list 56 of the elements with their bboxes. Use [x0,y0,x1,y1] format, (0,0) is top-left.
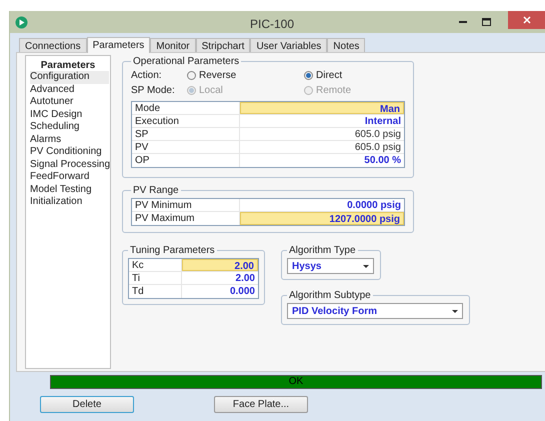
tab[interactable]: Monitor [150,38,196,52]
sidebar-item[interactable]: Model Testing [30,184,109,196]
close-icon [522,16,530,24]
tab[interactable]: Connections [19,38,87,52]
group-title: Operational Parameters [132,55,240,69]
group-title: Tuning Parameters [129,244,216,258]
table-cell[interactable]: 2.00 [182,272,258,284]
table-cell[interactable]: 2.00 [182,259,258,271]
close-button[interactable] [508,11,545,29]
radio-option[interactable]: Direct [304,68,342,82]
radio-option[interactable]: Reverse [187,68,304,82]
tab[interactable]: Notes [327,38,366,52]
sidebar-item[interactable]: Signal Processing [30,158,109,171]
sidebar-item[interactable]: IMC Design [30,108,109,121]
sidebar-item[interactable]: Autotuner [30,96,109,108]
table-cell: Td [129,285,182,298]
tab[interactable]: Stripchart [196,38,250,52]
table-cell: SP [132,128,240,140]
group-title: Algorithm Subtype [288,289,372,303]
table-cell: OP [132,154,240,167]
sidebar-title: Parameters [40,59,96,71]
table-cell[interactable]: Internal [240,115,404,127]
action-button[interactable]: Face Plate... [214,396,308,413]
caret-icon [363,264,369,268]
table-cell: PV [132,141,240,153]
maximize-icon[interactable] [482,18,491,26]
table-cell[interactable]: 0.0000 psig [240,199,404,211]
table-cell[interactable]: 605.0 psig [240,128,404,140]
table-cell[interactable]: 1207.0000 psig [240,212,404,225]
sidebar-item[interactable]: FeedForward [30,171,109,184]
status-bar: OK [50,375,542,389]
window-title: PIC-100 [250,16,294,33]
table-cell[interactable]: 0.000 [182,285,258,298]
tab[interactable]: User Variables [250,38,328,52]
sidebar-item[interactable]: Initialization [30,196,109,208]
tab[interactable]: Parameters [86,37,150,53]
table-cell[interactable]: 50.00 % [240,154,404,167]
radio-group-label: SP Mode: [131,84,176,98]
sidebar-item[interactable]: Advanced [30,84,109,96]
group-title: Algorithm Type [288,244,357,258]
caret-icon [452,310,458,312]
sidebar-item[interactable]: PV Conditioning [30,146,109,158]
group-title: PV Range [132,184,180,198]
table-cell: PV Minimum [132,199,240,211]
table-cell: Execution [132,115,240,127]
algorithm-subtype-dropdown[interactable]: PID Velocity Form [287,303,463,319]
radio-group-label: Action: [131,68,163,82]
table-cell[interactable]: 605.0 psig [240,141,404,153]
sidebar-item[interactable]: Alarms [30,134,109,146]
action-button[interactable]: Delete [40,396,134,413]
table-cell: Ti [129,272,182,284]
app-icon [15,16,28,28]
sidebar-item[interactable]: Scheduling [30,121,109,134]
table-cell[interactable]: Man [240,102,404,114]
sidebar-item[interactable]: Configuration [30,71,109,84]
algorithm-type-dropdown[interactable]: Hysys [287,258,374,274]
